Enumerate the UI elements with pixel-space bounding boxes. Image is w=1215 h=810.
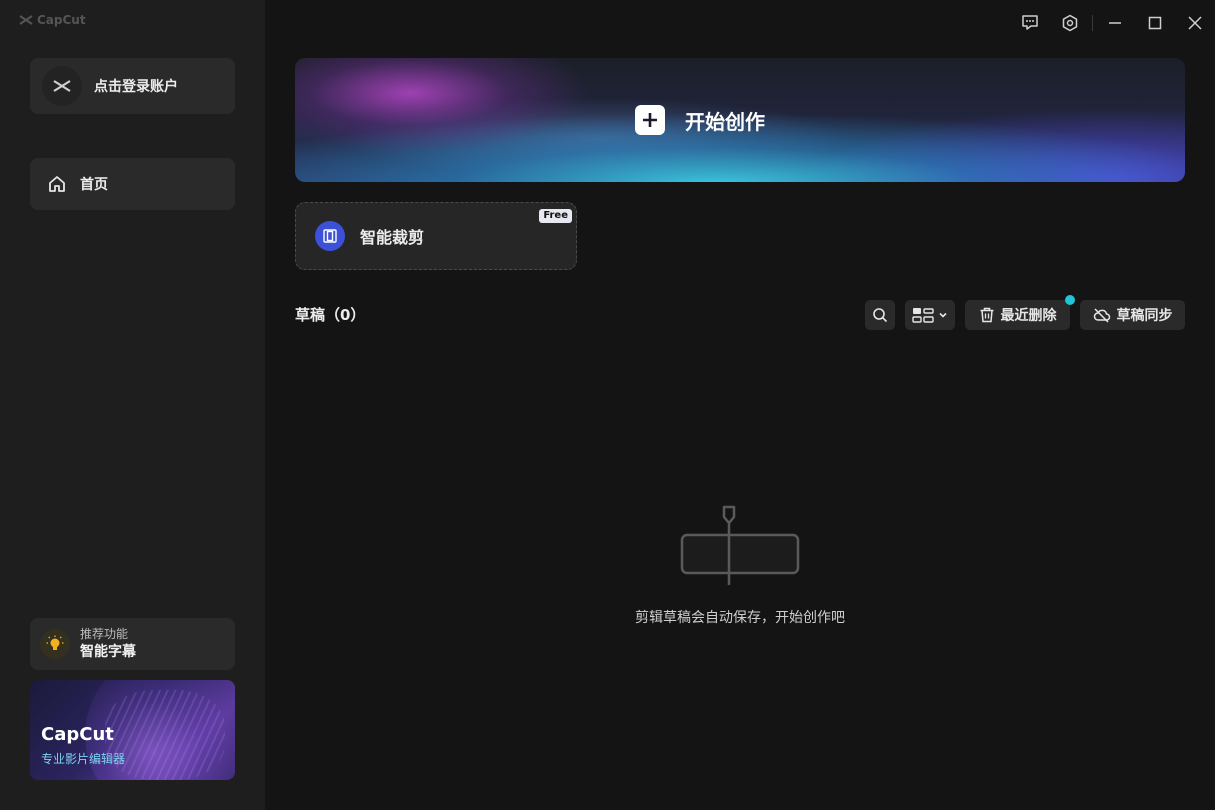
- start-creating-button[interactable]: 开始创作: [295, 58, 1185, 182]
- minimize-icon: [1109, 22, 1121, 24]
- grid-view-icon: [912, 308, 934, 323]
- start-creating-content: 开始创作: [295, 58, 1185, 182]
- maximize-icon: [1148, 16, 1162, 30]
- sidebar: CapCut 点击登录账户 首页 推荐功能 智能字幕 CapCut 专业影片编辑…: [0, 0, 265, 810]
- capcut-avatar-icon: [53, 80, 71, 92]
- feature-title: 智能字幕: [80, 644, 136, 660]
- smart-crop-icon: [315, 221, 345, 251]
- sidebar-item-home[interactable]: 首页: [30, 158, 235, 210]
- recommended-feature-card[interactable]: 推荐功能 智能字幕: [30, 618, 235, 670]
- search-icon: [873, 308, 888, 323]
- empty-drafts-illustration: [680, 505, 800, 585]
- sidebar-item-label: 首页: [80, 177, 108, 193]
- promo-banner[interactable]: CapCut 专业影片编辑器: [30, 680, 235, 780]
- recent-delete-label: 最近删除: [1000, 308, 1057, 324]
- titlebar-divider: [1092, 15, 1093, 31]
- free-badge: Free: [539, 209, 572, 223]
- chevron-down-icon: [939, 312, 947, 318]
- promo-title: CapCut: [41, 724, 114, 745]
- avatar: [42, 66, 82, 106]
- draft-sync-label: 草稿同步: [1116, 308, 1173, 324]
- maximize-button[interactable]: [1135, 0, 1175, 46]
- search-button[interactable]: [865, 300, 895, 330]
- feature-text: 推荐功能 智能字幕: [80, 626, 136, 662]
- plus-icon: [635, 105, 665, 135]
- login-button[interactable]: 点击登录账户: [30, 58, 235, 114]
- close-button[interactable]: [1175, 0, 1215, 46]
- view-mode-dropdown[interactable]: [905, 300, 955, 330]
- draft-sync-button[interactable]: 草稿同步: [1080, 300, 1185, 330]
- settings-button[interactable]: [1050, 0, 1090, 46]
- app-name: CapCut: [37, 13, 86, 27]
- trash-icon: [980, 307, 993, 323]
- title-bar: [1010, 0, 1215, 46]
- app-logo: CapCut: [19, 13, 86, 27]
- cloud-off-icon: [1093, 308, 1110, 323]
- promo-subtitle: 专业影片编辑器: [41, 752, 126, 766]
- capcut-app: CapCut 点击登录账户 首页 推荐功能 智能字幕 CapCut 专业影片编辑…: [0, 0, 1215, 810]
- drafts-title: 草稿（0）: [295, 306, 366, 324]
- feedback-icon: [1022, 15, 1038, 30]
- start-creating-label: 开始创作: [685, 109, 765, 134]
- home-icon: [49, 176, 65, 192]
- empty-drafts-message: 剪辑草稿会自动保存，开始创作吧: [635, 610, 845, 626]
- smart-crop-label: 智能裁剪: [360, 228, 425, 247]
- login-label: 点击登录账户: [94, 79, 178, 95]
- close-icon: [1188, 16, 1202, 30]
- smart-crop-card[interactable]: 智能裁剪 Free: [295, 202, 577, 270]
- settings-hexagon-icon: [1062, 14, 1078, 32]
- recent-delete-button[interactable]: 最近删除: [965, 300, 1070, 330]
- capcut-logo-icon: [19, 15, 33, 25]
- minimize-button[interactable]: [1095, 0, 1135, 46]
- feedback-button[interactable]: [1010, 0, 1050, 46]
- feature-subtitle: 推荐功能: [80, 627, 129, 641]
- lightbulb-icon: [40, 629, 70, 659]
- notification-dot: [1065, 295, 1075, 305]
